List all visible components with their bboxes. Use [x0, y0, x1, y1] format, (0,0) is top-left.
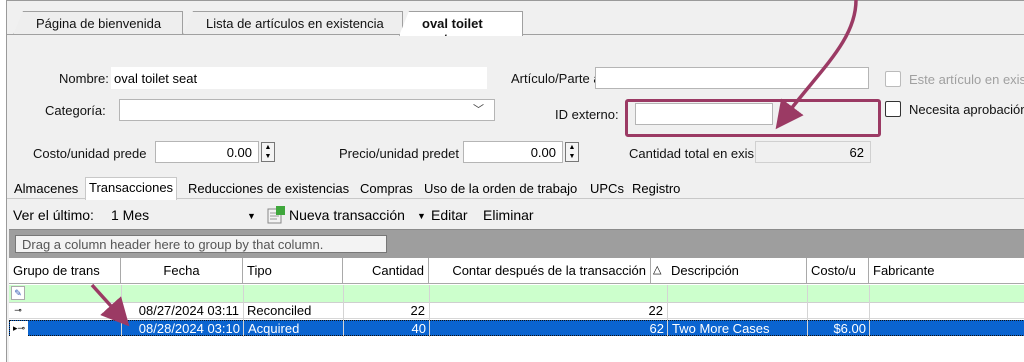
column-divider — [667, 285, 668, 337]
cell-descripcion: Two More Cases — [672, 321, 770, 336]
tab-reducciones[interactable]: Reducciones de existencias — [185, 179, 352, 199]
tab-orden-trabajo[interactable]: Uso de la orden de trabajo — [421, 179, 580, 199]
cantidad-total-label: Cantidad total en exis — [629, 146, 755, 161]
column-divider — [121, 285, 122, 337]
este-articulo-checkbox[interactable] — [885, 71, 901, 87]
period-dropdown-icon[interactable]: ▼ — [247, 211, 256, 221]
delete-button[interactable]: Eliminar — [483, 207, 534, 223]
cell-tipo: Acquired — [248, 321, 300, 336]
tab-oval-toilet-seat[interactable]: oval toilet seat — [399, 11, 523, 36]
cell-contar: 22 — [648, 303, 663, 318]
col-costo[interactable]: Costo/u — [807, 258, 869, 284]
costo-unidad-label: Costo/unidad prede — [33, 146, 147, 161]
cell-cantidad: 22 — [410, 303, 425, 318]
current-row-icon: ▸⊸ — [10, 321, 28, 337]
tab-compras[interactable]: Compras — [357, 179, 416, 199]
new-transaction-dropdown-icon[interactable]: ▼ — [417, 211, 426, 221]
tab-upcs[interactable]: UPCs — [587, 179, 627, 199]
tab-almacenes[interactable]: Almacenes — [11, 179, 81, 199]
column-divider — [243, 285, 244, 337]
chevron-down-icon[interactable]: ﹀ — [473, 101, 484, 117]
id-externo-label: ID externo: — [555, 107, 619, 122]
column-divider — [807, 285, 808, 337]
column-divider — [429, 285, 430, 337]
cell-fecha: 08/28/2024 03:10 — [138, 321, 240, 336]
cantidad-highlight-box — [625, 99, 881, 137]
precio-unidad-field[interactable]: 0.00 — [463, 141, 563, 163]
item-detail-window: Página de bienvenida Lista de artículos … — [6, 0, 1024, 362]
necesita-aprobacion-label: Necesita aprobación — [909, 102, 1024, 117]
articulo-parte-field[interactable] — [595, 67, 869, 89]
edit-button[interactable]: Editar — [431, 207, 468, 223]
categoria-label: Categoría: — [45, 103, 106, 118]
precio-spinner[interactable]: ▲ ▼ — [565, 142, 579, 162]
nombre-label: Nombre: — [59, 71, 109, 86]
group-by-hint: Drag a column header here to group by th… — [15, 235, 387, 253]
tab-transacciones[interactable]: Transacciones — [85, 177, 178, 200]
transactions-grid: Drag a column header here to group by th… — [9, 229, 1024, 362]
new-row-icon: ✎ — [11, 286, 25, 300]
col-fabricante[interactable]: Fabricante — [869, 258, 1024, 284]
transactions-toolbar: Ver el último: 1 Mes ▼ Nueva transacción… — [7, 203, 1024, 227]
col-grupo[interactable]: Grupo de trans — [9, 258, 121, 284]
cell-fabricante — [869, 303, 1024, 319]
period-select[interactable]: 1 Mes — [111, 207, 149, 223]
row-selector-icon: ⊸ — [14, 305, 22, 315]
cell-costo — [807, 303, 869, 319]
ver-ultimo-label: Ver el último: — [13, 207, 94, 223]
tab-registro[interactable]: Registro — [629, 179, 683, 199]
tab-welcome-page[interactable]: Página de bienvenida — [13, 11, 183, 35]
col-contar[interactable]: Contar después de la transacción — [429, 258, 651, 284]
cell-cantidad: 40 — [411, 321, 426, 336]
este-articulo-label: Este artículo en exist — [909, 72, 1024, 87]
categoria-dropdown[interactable] — [119, 99, 495, 121]
table-row[interactable]: ⊸ 08/27/2024 03:11 Reconciled 22 22 — [9, 303, 1024, 319]
col-tipo[interactable]: Tipo — [243, 258, 343, 284]
cell-tipo: Reconciled — [247, 303, 312, 318]
sort-ascending-icon[interactable]: △ — [651, 258, 667, 284]
table-row-selected[interactable]: ▸⊸ 08/28/2024 03:10 Acquired 40 62 Two M… — [9, 320, 1024, 337]
col-descripcion[interactable]: Descripción — [667, 258, 807, 284]
costo-unidad-field[interactable]: 0.00 — [155, 141, 259, 163]
nombre-field[interactable]: oval toilet seat — [111, 67, 487, 89]
grid-header: Grupo de trans Fecha Tipo Cantidad Conta… — [9, 258, 1024, 284]
col-cantidad[interactable]: Cantidad — [343, 258, 429, 284]
cell-costo: $6.00 — [833, 321, 866, 336]
new-row[interactable]: ✎ — [9, 285, 1024, 303]
tab-stock-item-list[interactable]: Lista de artículos en existencia — [183, 11, 403, 35]
cell-fabricante — [870, 321, 1024, 337]
col-fecha[interactable]: Fecha — [121, 258, 243, 284]
column-divider — [343, 285, 344, 337]
cell-descripcion — [667, 303, 807, 319]
column-divider — [869, 285, 870, 337]
articulo-parte-label: Artículo/Parte a — [511, 71, 601, 86]
cell-contar: 62 — [649, 321, 664, 336]
cantidad-total-field: 62 — [755, 141, 871, 163]
necesita-aprobacion-checkbox[interactable] — [885, 101, 901, 117]
new-transaction-button[interactable]: Nueva transacción — [289, 207, 405, 223]
new-transaction-icon[interactable] — [265, 205, 287, 228]
detail-tabs: Almacenes Transacciones Reducciones de e… — [7, 177, 1024, 200]
costo-spinner[interactable]: ▲ ▼ — [261, 142, 275, 162]
cell-fecha: 08/27/2024 03:11 — [138, 303, 239, 318]
precio-unidad-label: Precio/unidad predet — [339, 146, 459, 161]
document-tabs: Página de bienvenida Lista de artículos … — [7, 9, 1024, 36]
group-by-bar[interactable]: Drag a column header here to group by th… — [9, 230, 1024, 258]
